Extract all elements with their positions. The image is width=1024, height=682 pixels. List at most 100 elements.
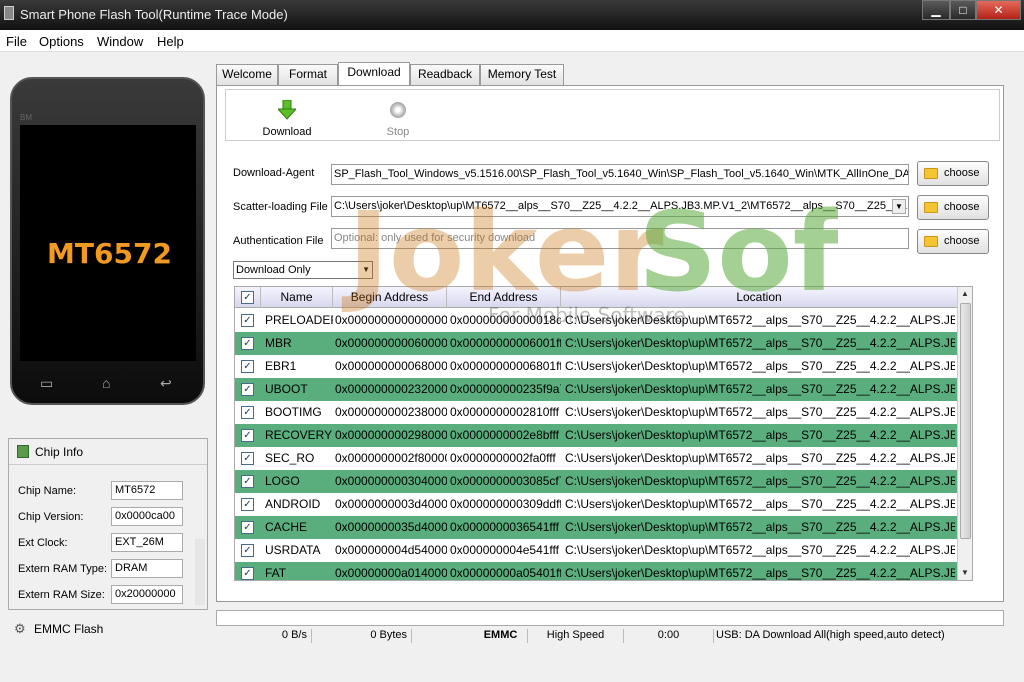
table-row[interactable]: ✓ ANDROID 0x0000000003d40000 0x000000000309… (235, 493, 957, 516)
header-select-all[interactable]: ✓ (235, 287, 261, 308)
table-row[interactable]: ✓ SEC_RO 0x0000000002f80000 0x0000000002fa0… (235, 447, 957, 470)
cell-location: C:\Users\joker\Desktop\up\MT6572__alps__… (565, 474, 955, 488)
chip-version-value: 0x0000ca00 (111, 507, 183, 526)
minimize-button[interactable]: ▁ (922, 0, 950, 20)
download-mode-select[interactable]: Download Only ▼ (233, 261, 373, 279)
menu-bar: File Options Window Help (0, 30, 1024, 52)
cell-name: CACHE (265, 520, 308, 534)
row-checkbox[interactable]: ✓ (241, 521, 254, 534)
download-button[interactable]: Download (252, 90, 322, 140)
choose-auth-file-button[interactable]: choose (917, 229, 989, 254)
table-row[interactable]: ✓ LOGO 0x0000000003040000 0x0000000003085cf… (235, 470, 957, 493)
scatter-file-value: C:\Users\joker\Desktop\up\MT6572__alps__… (334, 200, 909, 212)
chip-info-header[interactable]: Chip Info (9, 439, 207, 465)
tab-welcome[interactable]: Welcome (216, 64, 278, 85)
chip-icon (17, 445, 29, 458)
cell-location: C:\Users\joker\Desktop\up\MT6572__alps__… (565, 336, 955, 350)
row-checkbox[interactable]: ✓ (241, 406, 254, 419)
download-label: Download (262, 126, 312, 138)
scroll-up-icon[interactable]: ▲ (961, 289, 969, 298)
table-row[interactable]: ✓ EBR1 0x0000000000680000 0x00000000006801f… (235, 355, 957, 378)
tab-readback[interactable]: Readback (410, 64, 480, 85)
header-name[interactable]: Name (261, 287, 333, 308)
table-row[interactable]: ✓ FAT 0x00000000a0140000 0x00000000a05401ff… (235, 562, 957, 580)
table-row[interactable]: ✓ CACHE 0x0000000035d40000 0x0000000036541f… (235, 516, 957, 539)
tab-memory-test[interactable]: Memory Test (480, 64, 564, 85)
row-checkbox[interactable]: ✓ (241, 498, 254, 511)
title-bar[interactable]: Smart Phone Flash Tool(Runtime Trace Mod… (0, 0, 1024, 30)
table-scrollbar[interactable]: ▲ ▼ (957, 287, 972, 580)
header-end-address[interactable]: End Address (447, 287, 561, 308)
stop-icon (390, 102, 406, 118)
row-checkbox[interactable]: ✓ (241, 383, 254, 396)
row-checkbox[interactable]: ✓ (241, 429, 254, 442)
row-checkbox[interactable]: ✓ (241, 314, 254, 327)
cell-end-address: 0x00000000a05401ff (450, 566, 561, 580)
chevron-down-icon: ▼ (362, 265, 370, 274)
close-button[interactable]: ✕ (976, 0, 1021, 20)
download-mode-value: Download Only (236, 264, 311, 276)
maximize-button[interactable]: □ (950, 0, 976, 20)
status-speed-mode: High Speed (528, 629, 624, 643)
row-checkbox[interactable]: ✓ (241, 544, 254, 557)
app-window: Smart Phone Flash Tool(Runtime Trace Mod… (0, 0, 1024, 682)
menu-window[interactable]: Window (97, 34, 143, 49)
extern-ram-type-label: Extern RAM Type: (18, 563, 108, 575)
cell-end-address: 0x000000000309ddfff (450, 497, 561, 511)
chevron-down-icon[interactable]: ▼ (892, 199, 906, 214)
phone-model-label: MT6572 (47, 237, 172, 270)
row-checkbox[interactable]: ✓ (241, 567, 254, 580)
status-usb: USB: DA Download All(high speed,auto det… (716, 629, 945, 641)
stop-label: Stop (386, 126, 410, 138)
table-row[interactable]: ✓ BOOTIMG 0x0000000002380000 0x000000000281… (235, 401, 957, 424)
choose-download-agent-button[interactable]: choose (917, 161, 989, 186)
cell-begin-address: 0x000000004d540000 (335, 543, 447, 557)
menu-options[interactable]: Options (39, 34, 84, 49)
phone-brand: BM (20, 113, 32, 122)
stop-button[interactable]: Stop (363, 90, 433, 140)
table-row[interactable]: ✓ MBR 0x0000000000600000 0x00000000006001ff… (235, 332, 957, 355)
cell-name: EBR1 (265, 359, 297, 373)
table-row[interactable]: ✓ PRELOADER 0x0000000000000000 0x0000000000… (235, 309, 957, 332)
cell-location: C:\Users\joker\Desktop\up\MT6572__alps__… (565, 313, 955, 327)
row-checkbox[interactable]: ✓ (241, 337, 254, 350)
tab-format[interactable]: Format (278, 64, 338, 85)
cell-begin-address: 0x0000000000000000 (335, 313, 447, 327)
download-agent-field[interactable]: SP_Flash_Tool_Windows_v5.1516.00\SP_Flas… (331, 164, 909, 185)
table-row[interactable]: ✓ USRDATA 0x000000004d540000 0x000000004e54… (235, 539, 957, 562)
back-key-icon: ↩ (160, 375, 172, 391)
chip-info-scrollbar[interactable] (195, 539, 205, 605)
scroll-down-icon[interactable]: ▼ (961, 568, 969, 577)
emmc-flash-header[interactable]: ⚙ EMMC Flash (8, 618, 208, 638)
select-all-checkbox[interactable]: ✓ (241, 291, 254, 304)
table-row[interactable]: ✓ RECOVERY 0x0000000002980000 0x0000000002e… (235, 424, 957, 447)
menu-file[interactable]: File (6, 34, 27, 49)
gear-icon: ⚙ (14, 621, 26, 636)
table-header: ✓ Name Begin Address End Address Locatio… (235, 287, 957, 308)
download-arrow-icon (278, 100, 296, 120)
row-checkbox[interactable]: ✓ (241, 452, 254, 465)
cell-end-address: 0x0000000002fa0fff (450, 451, 556, 465)
menu-help[interactable]: Help (157, 34, 184, 49)
table-row[interactable]: ✓ UBOOT 0x0000000002320000 0x000000000235f9… (235, 378, 957, 401)
auth-file-label: Authentication File (233, 235, 324, 247)
cell-name: BOOTIMG (265, 405, 322, 419)
choose-scatter-file-button[interactable]: choose (917, 195, 989, 220)
cell-begin-address: 0x0000000000680000 (335, 359, 447, 373)
scatter-file-select[interactable]: C:\Users\joker\Desktop\up\MT6572__alps__… (331, 196, 909, 217)
phone-image: BM MT6572 ▭ ⌂ ↩ (10, 77, 205, 405)
header-begin-address[interactable]: Begin Address (333, 287, 447, 308)
chip-info-title: Chip Info (35, 445, 84, 459)
cell-begin-address: 0x0000000002380000 (335, 405, 447, 419)
tab-download[interactable]: Download (338, 62, 410, 86)
cell-begin-address: 0x0000000000600000 (335, 336, 447, 350)
cell-location: C:\Users\joker\Desktop\up\MT6572__alps__… (565, 405, 955, 419)
header-location[interactable]: Location (561, 287, 957, 308)
toolbar: Download Stop (225, 89, 1000, 141)
status-storage: EMMC (474, 629, 528, 643)
row-checkbox[interactable]: ✓ (241, 475, 254, 488)
left-panel: BM MT6572 ▭ ⌂ ↩ Chip Info Chip Name: MT6… (0, 52, 212, 682)
auth-file-field[interactable]: Optional: only used for security downloa… (331, 228, 909, 249)
row-checkbox[interactable]: ✓ (241, 360, 254, 373)
scrollbar-thumb[interactable] (960, 303, 971, 539)
